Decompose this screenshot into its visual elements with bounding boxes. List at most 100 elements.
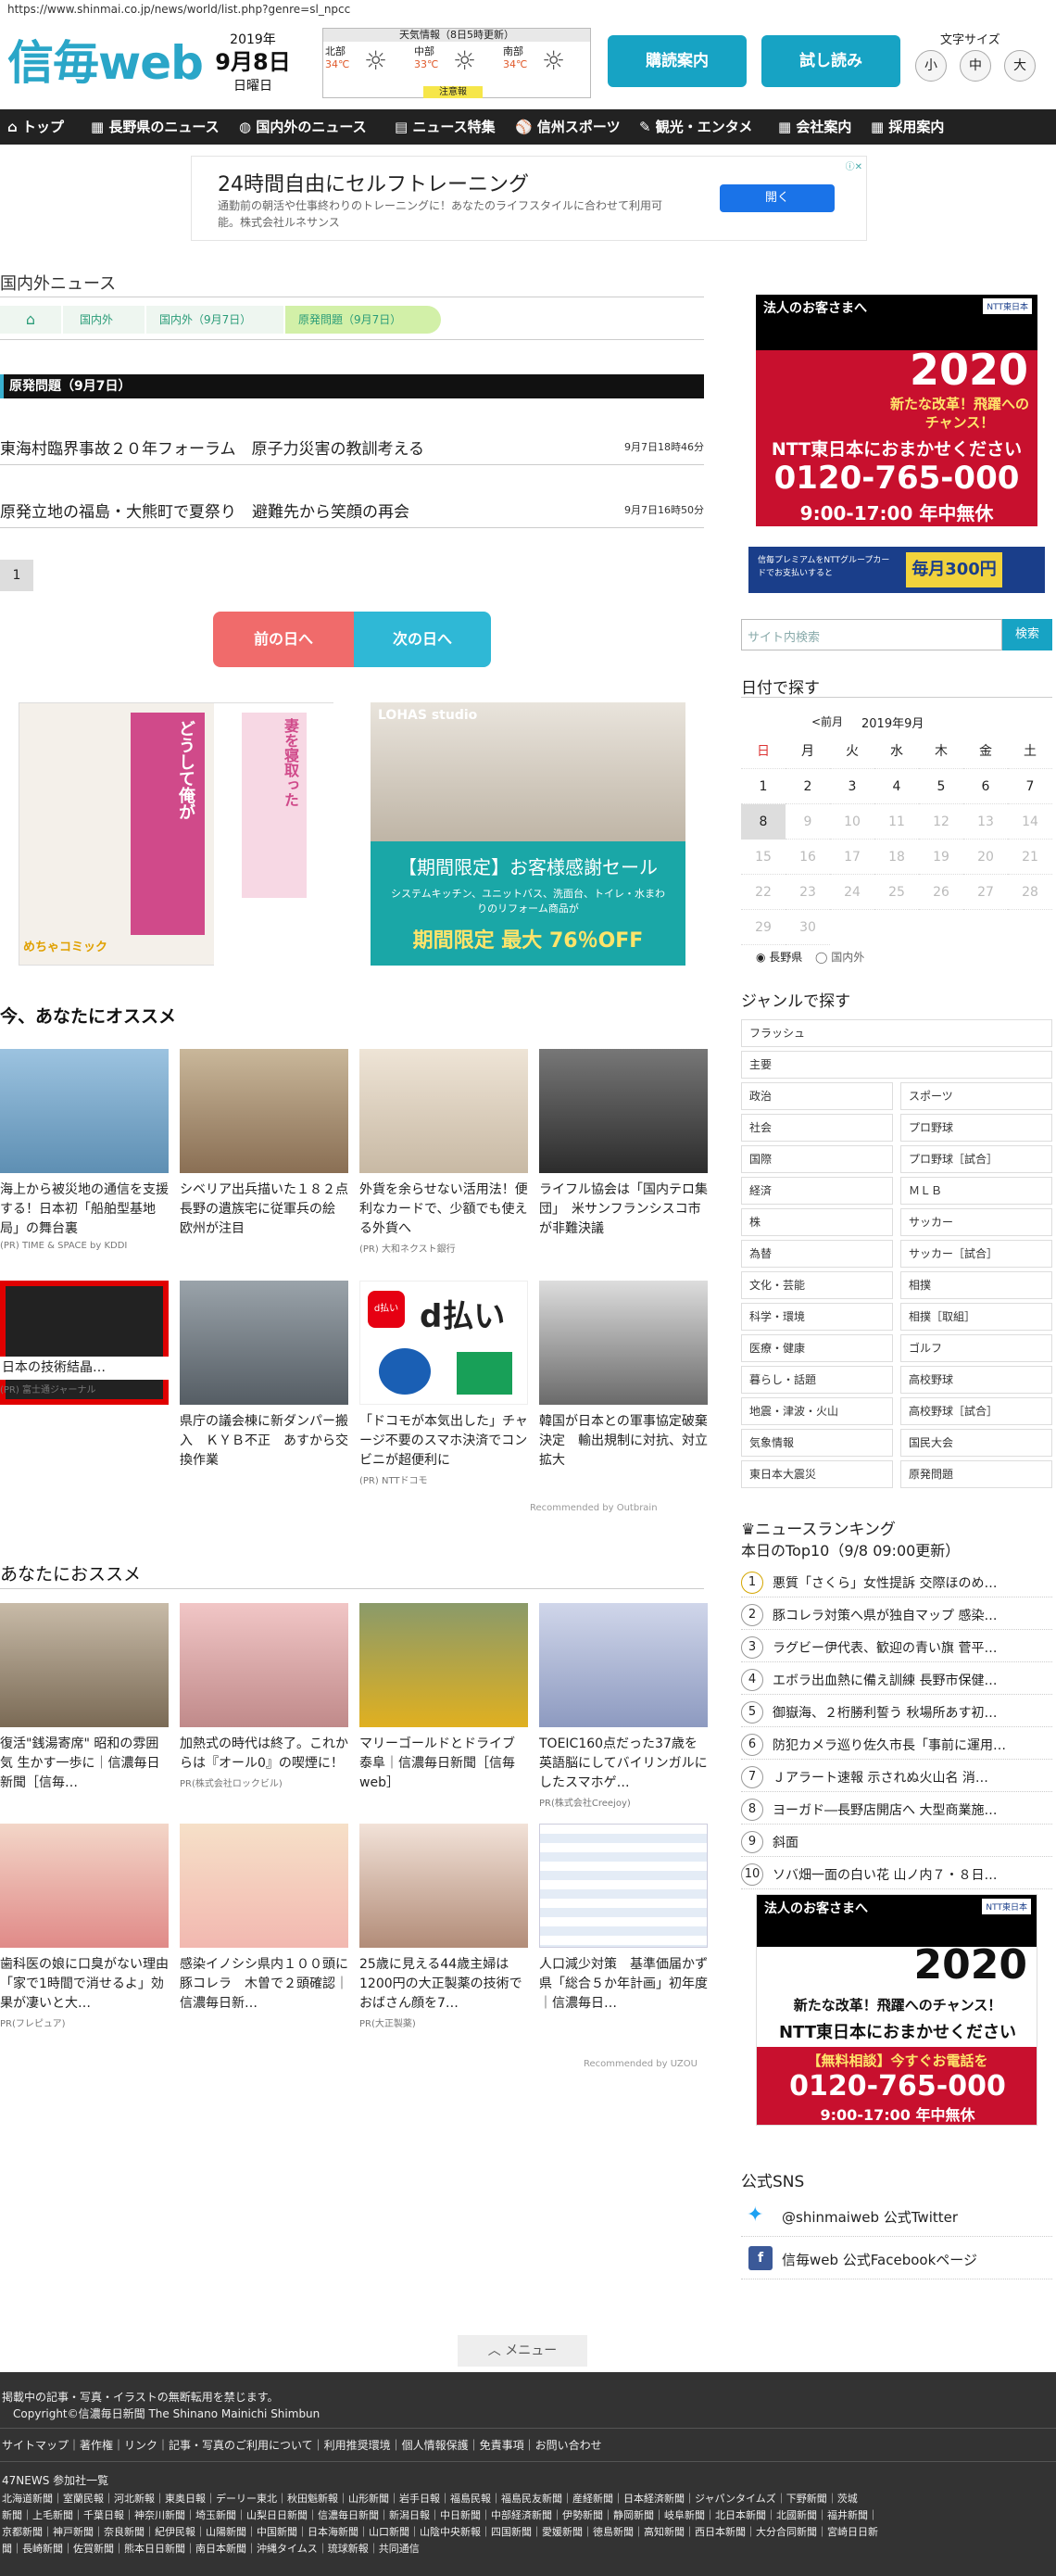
calendar-day[interactable]: 8	[741, 804, 786, 840]
partner-links[interactable]: 京都新聞｜神戸新聞｜奈良新聞｜紀伊民報｜山陽新聞｜中国新聞｜日本海新聞｜山口新聞…	[2, 2524, 878, 2541]
genre-item[interactable]: 高校野球	[900, 1366, 1052, 1394]
partner-links[interactable]: 北海道新聞｜室蘭民報｜河北新報｜東奥日報｜デーリー東北｜秋田魁新報｜山形新聞｜岩…	[2, 2491, 858, 2507]
rank-title[interactable]: 防犯カメラ巡り佐久市長「事前に運用…	[773, 1736, 1006, 1754]
nav-company[interactable]: ▦ 会社案内	[778, 109, 851, 145]
rank-title[interactable]: ソバ畑一面の白い花 山ノ内７・８日…	[773, 1865, 997, 1884]
manga-ad[interactable]: どうして俺が 妻を寝取った めちゃコミック	[19, 702, 334, 966]
partner-links[interactable]: 新聞｜上毛新聞｜千葉日報｜神奈川新聞｜埼玉新聞｜山梨日日新聞｜信濃毎日新聞｜新潟…	[2, 2507, 878, 2524]
genre-item[interactable]: ゴルフ	[900, 1334, 1052, 1362]
genre-item[interactable]: プロ野球	[900, 1114, 1052, 1142]
adchoices-icon[interactable]: ⓘ✕	[846, 158, 862, 172]
genre-item[interactable]: 国民大会	[900, 1429, 1052, 1457]
recommend-card[interactable]: 人口減少対策 基準価届かず 県「総合５か年計画」初年度｜信濃毎日…	[539, 1824, 721, 2015]
genre-item[interactable]: 相撲	[900, 1271, 1052, 1299]
font-small-button[interactable]: 小	[915, 50, 947, 82]
prev-day-button[interactable]: 前の日へ	[213, 612, 354, 667]
home-icon[interactable]: ⌂	[0, 306, 61, 334]
genre-item[interactable]: 為替	[741, 1240, 893, 1268]
ranking-item[interactable]: 4 エボラ出血熱に備え訓練 長野市保健…	[741, 1663, 1052, 1695]
nav-sports[interactable]: ⚾ 信州スポーツ	[515, 109, 621, 145]
genre-item[interactable]: 国際	[741, 1145, 893, 1173]
genre-item[interactable]: 文化・芸能	[741, 1271, 893, 1299]
premium-ad[interactable]: 信毎プレミアムをNTTグループカードでお支払いすると 毎月300円	[748, 547, 1045, 593]
radio-world[interactable]: ◯ 国内外	[815, 949, 864, 965]
recommend-card[interactable]: 歯科医の娘に口臭がない理由「家で1時間で消せるよ」効果が凄いと大… PR(フレピュ…	[0, 1824, 169, 2029]
font-medium-button[interactable]: 中	[960, 50, 991, 82]
recommend-card[interactable]: 25歳に見える44歳主婦は1200円の大正製薬の技術でおばさん顔を7… PR(大正…	[359, 1824, 528, 2029]
genre-item[interactable]: プロ野球［試合］	[900, 1145, 1052, 1173]
recommend-card[interactable]: 海上から被災地の通信を支援する！日本初「船舶型基地局」の舞台裏 (PR) TIME…	[0, 1049, 169, 1251]
facebook-link[interactable]: f 信毎web 公式Facebookページ	[741, 2239, 1052, 2279]
nav-nagano[interactable]: ▦ 長野県のニュース	[91, 109, 220, 145]
nav-top[interactable]: ⌂ トップ	[7, 109, 64, 145]
calendar-day[interactable]: 6	[963, 769, 1008, 804]
recommend-card[interactable]: 復活"銭湯寄席" 昭和の雰囲気 生かす一歩に｜信濃毎日新聞［信毎…	[0, 1603, 169, 1795]
recommend-card[interactable]: TOEIC160点だった37歳を英語脳にしてバイリンガルにしたスマホゲ… PR(株…	[539, 1603, 708, 1809]
ranking-item[interactable]: 8 ヨーガド―長野店開店へ 大型商業施…	[741, 1793, 1052, 1825]
calendar-day[interactable]: 4	[874, 769, 919, 804]
recommend-card[interactable]: マリーゴールドとドライブ 泰阜｜信濃毎日新聞［信毎web］	[359, 1603, 528, 1795]
trial-button[interactable]: 試し読み	[761, 35, 900, 87]
genre-item[interactable]: 高校野球［試合］	[900, 1397, 1052, 1425]
page-number[interactable]: 1	[0, 560, 33, 591]
warning-badge[interactable]: 注意報	[423, 86, 483, 98]
top-ad-banner[interactable]: 24時間自由にセルフトレーニング 通勤前の朝活や仕事終わりのトレーニングに！あな…	[191, 156, 867, 241]
ranking-item[interactable]: 1 悪質「さくら」女性提訴 交際ほのめ…	[741, 1566, 1052, 1597]
rank-title[interactable]: 悪質「さくら」女性提訴 交際ほのめ…	[773, 1573, 997, 1592]
genre-item[interactable]: 東日本大震災	[741, 1460, 893, 1488]
calendar-day[interactable]: 7	[1008, 769, 1052, 804]
ranking-item[interactable]: 7 Ｊアラート速報 示されぬ火山名 消…	[741, 1761, 1052, 1792]
genre-item[interactable]: 気象情報	[741, 1429, 893, 1457]
rank-title[interactable]: 御嶽海、２桁勝利誓う 秋場所あす初…	[773, 1703, 997, 1722]
subscribe-button[interactable]: 購読案内	[608, 35, 747, 87]
search-button[interactable]: 検索	[1002, 619, 1052, 650]
news-item[interactable]: 東海村臨界事故２０年フォーラム 原子力災害の教訓考える 9月7日18時46分	[0, 428, 704, 465]
genre-item[interactable]: 経済	[741, 1177, 893, 1205]
weather-widget[interactable]: 天気情報（8日5時更新） 北部 34℃ ☼ 中部 33℃ ☼ 南部 34℃ ☼ 注意報	[322, 28, 591, 98]
genre-item[interactable]: スポーツ	[900, 1082, 1052, 1110]
nav-recruit[interactable]: ▦ 採用案内	[871, 109, 944, 145]
breadcrumb-world-date[interactable]: 国内外（9月7日）	[146, 306, 283, 334]
recommend-card[interactable]: シベリア出兵描いた１８２点 長野の遺族宅に従軍兵の絵 欧州が注目	[180, 1049, 361, 1241]
genre-item[interactable]: サッカー	[900, 1208, 1052, 1236]
genre-item[interactable]: 主要	[741, 1051, 1052, 1079]
next-day-button[interactable]: 次の日へ	[354, 612, 491, 667]
nav-special[interactable]: ▤ ニュース特集	[395, 109, 496, 145]
genre-item[interactable]: 社会	[741, 1114, 893, 1142]
genre-item[interactable]: 原発問題	[900, 1460, 1052, 1488]
genre-item[interactable]: サッカー［試合］	[900, 1240, 1052, 1268]
recommend-card[interactable]: 加熱式の時代は終了。これからは『オール0』の喫煙に！ PR(株式会社ロックビル)	[180, 1603, 348, 1789]
recommend-card[interactable]: ライフル協会は「国内テロ集団」 米サンフランシスコ市が非難決議	[539, 1049, 708, 1241]
recommend-card[interactable]: 県庁の議会棟に新ダンパー搬入 ＫＹＢ不正 あすから交換作業	[180, 1281, 348, 1472]
twitter-link[interactable]: ✦ @shinmaiweb 公式Twitter	[741, 2196, 1052, 2237]
genre-item[interactable]: 医療・健康	[741, 1334, 893, 1362]
footer-links[interactable]: サイトマップ｜著作権｜リンク｜記事・写真のご利用について｜利用推奨環境｜個人情報…	[2, 2437, 602, 2454]
rank-title[interactable]: ラグビー伊代表、歓迎の青い旗 菅平…	[773, 1638, 997, 1657]
ranking-item[interactable]: 6 防犯カメラ巡り佐久市長「事前に運用…	[741, 1728, 1052, 1760]
ranking-item[interactable]: 3 ラグビー伊代表、歓迎の青い旗 菅平…	[741, 1631, 1052, 1662]
recommend-card[interactable]: 日本の技術結晶… (PR) 富士通ジャーナル	[0, 1281, 169, 1405]
genre-item[interactable]: フラッシュ	[741, 1019, 1052, 1047]
nav-world[interactable]: ◍ 国内外のニュース	[239, 109, 367, 145]
calendar-day[interactable]: 3	[830, 769, 874, 804]
site-logo[interactable]: 信毎web	[7, 26, 204, 93]
site-search-input[interactable]: サイト内検索	[741, 619, 1002, 650]
rank-title[interactable]: Ｊアラート速報 示されぬ火山名 消…	[773, 1768, 988, 1787]
menu-toggle[interactable]: ︿ メニュー	[458, 2335, 587, 2367]
breadcrumb-world[interactable]: 国内外	[63, 306, 145, 334]
genre-item[interactable]: 政治	[741, 1082, 893, 1110]
nav-tourism[interactable]: ✎ 観光・エンタメ	[639, 109, 752, 145]
partner-links[interactable]: 聞｜長崎新聞｜佐賀新聞｜熊本日日新聞｜南日本新聞｜沖縄タイムス｜琉球新報｜共同通…	[2, 2541, 420, 2557]
ranking-item[interactable]: 2 豚コレラ対策へ県が独自マップ 感染…	[741, 1598, 1052, 1630]
genre-item[interactable]: 科学・環境	[741, 1303, 893, 1331]
rank-title[interactable]: エボラ出血熱に備え訓練 長野市保健…	[773, 1671, 997, 1689]
calendar-day[interactable]: 5	[919, 769, 963, 804]
recommend-card[interactable]: d払い d払い 「ドコモが本気出した」チャージ不要のスマホ決済でコンビニが超便利に(…	[359, 1281, 528, 1486]
ntt-ad[interactable]: 法人のお客さまへ NTT東日本 2020 新たな改革！飛躍へのチャンス！ NTT…	[756, 295, 1037, 526]
genre-item[interactable]: ＭＬＢ	[900, 1177, 1052, 1205]
recommend-card[interactable]: 韓国が日本との軍事協定破棄決定 輸出規制に対抗、対立拡大	[539, 1281, 708, 1472]
genre-item[interactable]: 地震・津波・火山	[741, 1397, 893, 1425]
radio-nagano[interactable]: ◉ 長野県	[756, 949, 802, 965]
ranking-item[interactable]: 5 御嶽海、２桁勝利誓う 秋場所あす初…	[741, 1696, 1052, 1727]
ntt-ad-2[interactable]: 法人のお客さまへ NTT東日本 2020 新たな改革！飛躍へのチャンス！ NTT…	[756, 1894, 1037, 2126]
